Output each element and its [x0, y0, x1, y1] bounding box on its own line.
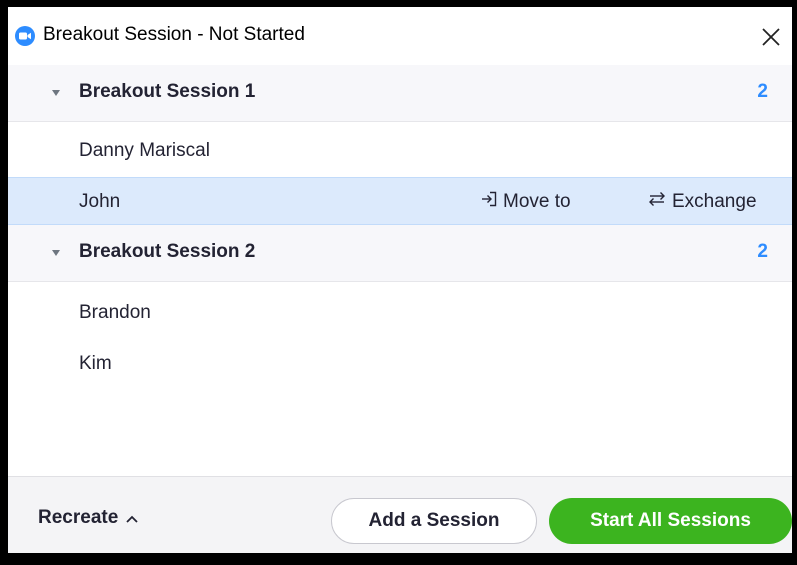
- participant-name: Brandon: [79, 302, 151, 323]
- zoom-camera-icon: [15, 26, 35, 46]
- screenshot-border-top: [0, 0, 797, 7]
- participant-row-selected[interactable]: John Move to Exchange: [8, 177, 792, 225]
- move-to-label: Move to: [503, 191, 571, 212]
- session-header-1[interactable]: Breakout Session 1 2: [8, 65, 792, 122]
- move-to-icon: [481, 191, 503, 213]
- caret-down-icon[interactable]: [52, 90, 60, 96]
- session-participant-count: 2: [757, 81, 768, 102]
- participant-name: Danny Mariscal: [79, 140, 210, 161]
- exchange-arrows-icon: [648, 191, 672, 213]
- session-name: Breakout Session 2: [79, 241, 256, 262]
- screenshot-border-left: [0, 0, 8, 565]
- exchange-button[interactable]: Exchange: [648, 190, 757, 214]
- session-participant-count: 2: [757, 241, 768, 262]
- session-header-2[interactable]: Breakout Session 2 2: [8, 225, 792, 282]
- recreate-label: Recreate: [38, 507, 119, 528]
- participant-row[interactable]: Kim: [8, 339, 792, 390]
- recreate-button[interactable]: Recreate: [38, 507, 138, 529]
- session-name: Breakout Session 1: [79, 81, 256, 102]
- close-x-icon[interactable]: [758, 24, 784, 50]
- screenshot-border-bottom: [0, 553, 797, 565]
- breakout-session-window: Breakout Session - Not Started Breakout …: [8, 7, 792, 553]
- move-to-button[interactable]: Move to: [481, 190, 571, 214]
- participant-row[interactable]: Brandon: [8, 288, 792, 339]
- breakout-session-list: Breakout Session 1 2 Danny Mariscal John…: [8, 65, 792, 390]
- screenshot-border-right: [792, 0, 797, 565]
- title-bar: Breakout Session - Not Started: [8, 7, 792, 65]
- participant-name: Kim: [79, 353, 112, 374]
- participant-row[interactable]: Danny Mariscal: [8, 126, 792, 177]
- start-all-sessions-button[interactable]: Start All Sessions: [549, 498, 792, 544]
- footer-bar: Recreate Add a Session Start All Session…: [8, 476, 792, 553]
- window-title: Breakout Session - Not Started: [43, 24, 305, 45]
- caret-down-icon[interactable]: [52, 250, 60, 256]
- add-session-button[interactable]: Add a Session: [331, 498, 537, 544]
- exchange-label: Exchange: [672, 191, 757, 212]
- chevron-up-icon: [118, 507, 138, 529]
- participant-name: John: [79, 191, 121, 212]
